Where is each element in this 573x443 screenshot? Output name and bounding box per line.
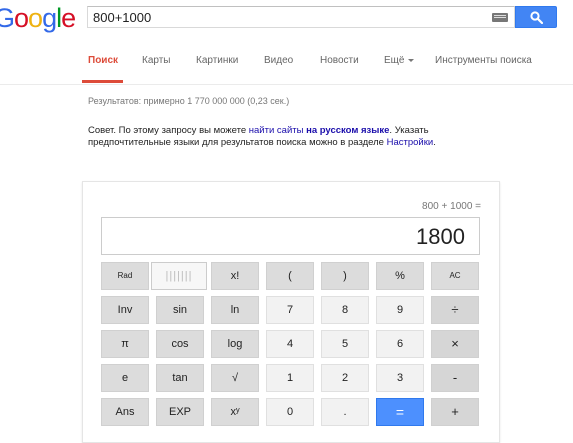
deg-toggle[interactable]: ||||||| — [151, 262, 207, 290]
digit-9-button[interactable]: 9 — [376, 296, 424, 324]
open-paren-button[interactable]: ( — [266, 262, 314, 290]
tab-images[interactable]: Картинки — [196, 55, 238, 66]
tab-maps[interactable]: Карты — [142, 55, 171, 66]
multiply-button[interactable]: × — [431, 330, 479, 358]
clear-button[interactable]: AC — [431, 262, 479, 290]
logo-letter: o — [28, 3, 43, 33]
digit-2-button[interactable]: 2 — [321, 364, 369, 392]
exp-button[interactable]: EXP — [156, 398, 204, 426]
cos-button[interactable]: cos — [156, 330, 204, 358]
digit-3-button[interactable]: 3 — [376, 364, 424, 392]
tab-more-label: Ещё — [384, 55, 405, 66]
tip-link-russian[interactable]: на русском языке — [306, 125, 389, 136]
plus-button[interactable]: + — [431, 398, 479, 426]
logo-letter: o — [14, 3, 29, 33]
chevron-down-icon — [408, 58, 415, 62]
divide-button[interactable]: ÷ — [431, 296, 479, 324]
logo-letter: G — [0, 3, 15, 33]
percent-button[interactable]: % — [376, 262, 424, 290]
tip-link-settings[interactable]: Настройки — [387, 137, 434, 148]
decimal-button[interactable]: . — [321, 398, 369, 426]
result-stats: Результатов: примерно 1 770 000 000 (0,2… — [88, 96, 290, 106]
equals-button[interactable]: = — [376, 398, 424, 426]
language-tip: Совет. По этому запросу вы можете найти … — [88, 125, 488, 149]
close-paren-button[interactable]: ) — [321, 262, 369, 290]
tan-button[interactable]: tan — [156, 364, 204, 392]
log-button[interactable]: log — [211, 330, 259, 358]
ans-button[interactable]: Ans — [101, 398, 149, 426]
search-icon — [530, 11, 543, 24]
factorial-button[interactable]: x! — [211, 262, 259, 290]
tab-search-tools[interactable]: Инструменты поиска — [435, 55, 532, 66]
digit-7-button[interactable]: 7 — [266, 296, 314, 324]
pi-button[interactable]: π — [101, 330, 149, 358]
search-input[interactable]: 800+1000 — [87, 6, 515, 28]
tab-news[interactable]: Новости — [320, 55, 359, 66]
logo-letter: g — [42, 3, 57, 33]
tip-prefix: Совет. По этому запросу вы можете — [88, 125, 249, 136]
tab-video[interactable]: Видео — [264, 55, 293, 66]
sqrt-button[interactable]: √ — [211, 364, 259, 392]
calculator-result: 1800 — [416, 224, 465, 249]
e-button[interactable]: e — [101, 364, 149, 392]
digit-0-button[interactable]: 0 — [266, 398, 314, 426]
google-logo[interactable]: Google — [0, 3, 76, 33]
sin-button[interactable]: sin — [156, 296, 204, 324]
calculator-display: 1800 — [101, 217, 480, 255]
tab-more[interactable]: Ещё — [384, 55, 415, 66]
rad-button[interactable]: Rad — [101, 262, 149, 290]
search-tabs: Поиск Карты Картинки Видео Новости Ещё И… — [0, 40, 573, 85]
digit-8-button[interactable]: 8 — [321, 296, 369, 324]
search-button[interactable] — [515, 6, 557, 28]
power-button[interactable]: xʸ — [211, 398, 259, 426]
search-query: 800+1000 — [93, 10, 152, 25]
tab-search[interactable]: Поиск — [88, 55, 118, 66]
ln-button[interactable]: ln — [211, 296, 259, 324]
minus-button[interactable]: - — [431, 364, 479, 392]
calculator-widget: 800 + 1000 = 1800 Rad ||||||| x! ( ) % A… — [82, 181, 500, 443]
keyboard-icon[interactable] — [492, 13, 508, 22]
digit-4-button[interactable]: 4 — [266, 330, 314, 358]
calculator-expression: 800 + 1000 = — [422, 201, 481, 212]
digit-5-button[interactable]: 5 — [321, 330, 369, 358]
logo-letter: e — [61, 3, 76, 33]
tip-link-find-sites[interactable]: найти сайты — [249, 125, 304, 136]
inv-button[interactable]: Inv — [101, 296, 149, 324]
digit-6-button[interactable]: 6 — [376, 330, 424, 358]
digit-1-button[interactable]: 1 — [266, 364, 314, 392]
tip-suffix: . — [433, 137, 436, 148]
active-tab-indicator — [82, 80, 123, 83]
